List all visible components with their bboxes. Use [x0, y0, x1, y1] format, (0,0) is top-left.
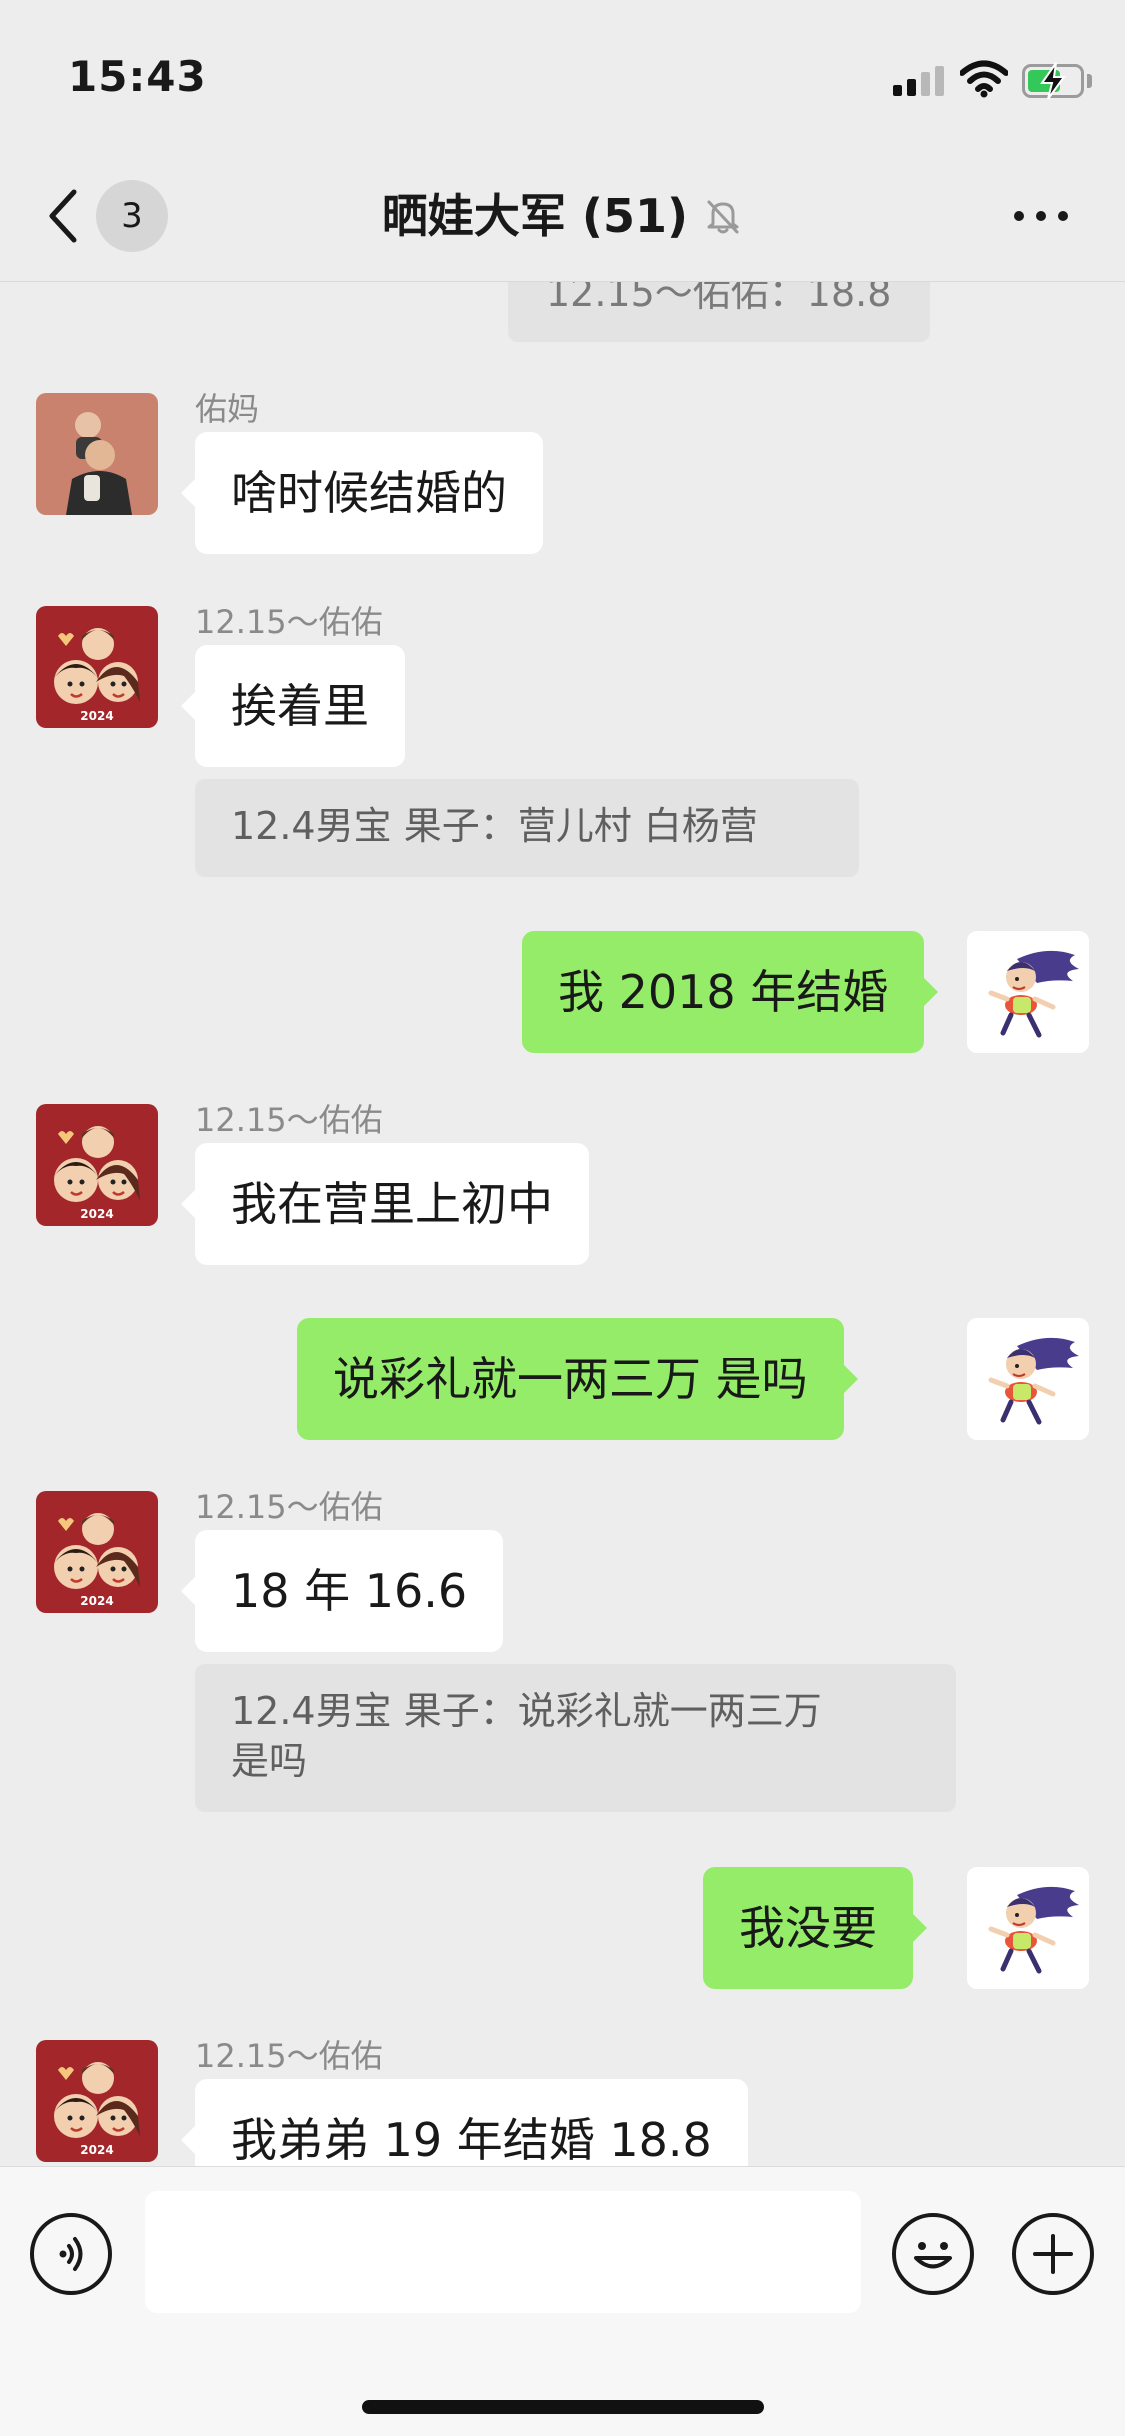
svg-text:2024: 2024 — [80, 709, 113, 723]
emoji-icon[interactable] — [892, 2213, 974, 2295]
battery-cap — [1087, 74, 1092, 88]
message-bubble[interactable]: 挨着里 — [181, 645, 405, 767]
svg-text:2024: 2024 — [80, 1207, 113, 1221]
charging-bolt-icon — [1040, 62, 1066, 100]
status-time: 15:43 — [68, 52, 207, 101]
quoted-message[interactable]: 12.15～佑佑：18.8 — [508, 282, 930, 342]
message-list[interactable]: 12.15～佑佑：18.8 佑妈 啥时候结婚的 2024 12.15～佑佑 挨着… — [0, 282, 1125, 2166]
message-bubble[interactable]: 啥时候结婚的 — [181, 432, 543, 554]
plus-icon[interactable] — [1012, 2213, 1094, 2295]
bell-off-icon — [707, 200, 739, 234]
outgoing-message-bubble[interactable]: 说彩礼就一两三万 是吗 — [297, 1318, 858, 1440]
avatar-self[interactable] — [967, 1318, 1089, 1440]
avatar-you-you[interactable]: 2024 — [36, 1104, 158, 1226]
message-input-bar — [0, 2166, 1125, 2436]
quoted-message[interactable]: 12.4男宝 果子：说彩礼就一两三万 是吗 — [195, 1664, 956, 1812]
message-bubble[interactable]: 我在营里上初中 — [181, 1143, 589, 1265]
unread-count-badge[interactable]: 3 — [96, 180, 168, 252]
sender-name: 12.15～佑佑 — [195, 1101, 383, 1139]
avatar-you-ma[interactable] — [36, 393, 158, 515]
voice-icon[interactable] — [30, 2213, 112, 2295]
avatar-you-you[interactable]: 2024 — [36, 1491, 158, 1613]
sender-name: 12.15～佑佑 — [195, 2037, 383, 2075]
sender-name: 12.15～佑佑 — [195, 1488, 383, 1526]
sender-name: 12.15～佑佑 — [195, 603, 383, 641]
more-options-icon[interactable] — [1010, 202, 1072, 230]
avatar-you-you[interactable]: 2024 — [36, 2040, 158, 2162]
quoted-message[interactable]: 12.4男宝 果子：营儿村 白杨营 — [195, 779, 859, 877]
avatar-self[interactable] — [967, 931, 1089, 1053]
cellular-signal-icon — [893, 66, 945, 96]
svg-text:2024: 2024 — [80, 2143, 113, 2157]
message-input[interactable] — [145, 2191, 861, 2313]
wifi-icon — [960, 60, 1008, 98]
chat-title: 晒娃大军 (51) — [381, 189, 688, 243]
message-bubble[interactable]: 我弟弟 19 年结婚 18.8 — [181, 2079, 748, 2166]
sender-name: 佑妈 — [195, 390, 260, 428]
svg-text:2024: 2024 — [80, 1594, 113, 1608]
back-chevron-icon[interactable] — [42, 186, 84, 246]
outgoing-message-bubble[interactable]: 我 2018 年结婚 — [522, 931, 939, 1053]
message-bubble[interactable]: 18 年 16.6 — [180, 1530, 504, 1652]
chat-header: 3 晒娃大军 (51) — [0, 150, 1125, 282]
home-indicator[interactable] — [362, 2400, 764, 2414]
avatar-you-you[interactable]: 2024 — [36, 606, 158, 728]
status-bar: 15:43 — [0, 0, 1125, 150]
chat-title-area[interactable]: 晒娃大军 (51) — [200, 184, 925, 248]
avatar-self[interactable] — [967, 1867, 1089, 1989]
outgoing-message-bubble[interactable]: 我没要 — [703, 1867, 927, 1989]
